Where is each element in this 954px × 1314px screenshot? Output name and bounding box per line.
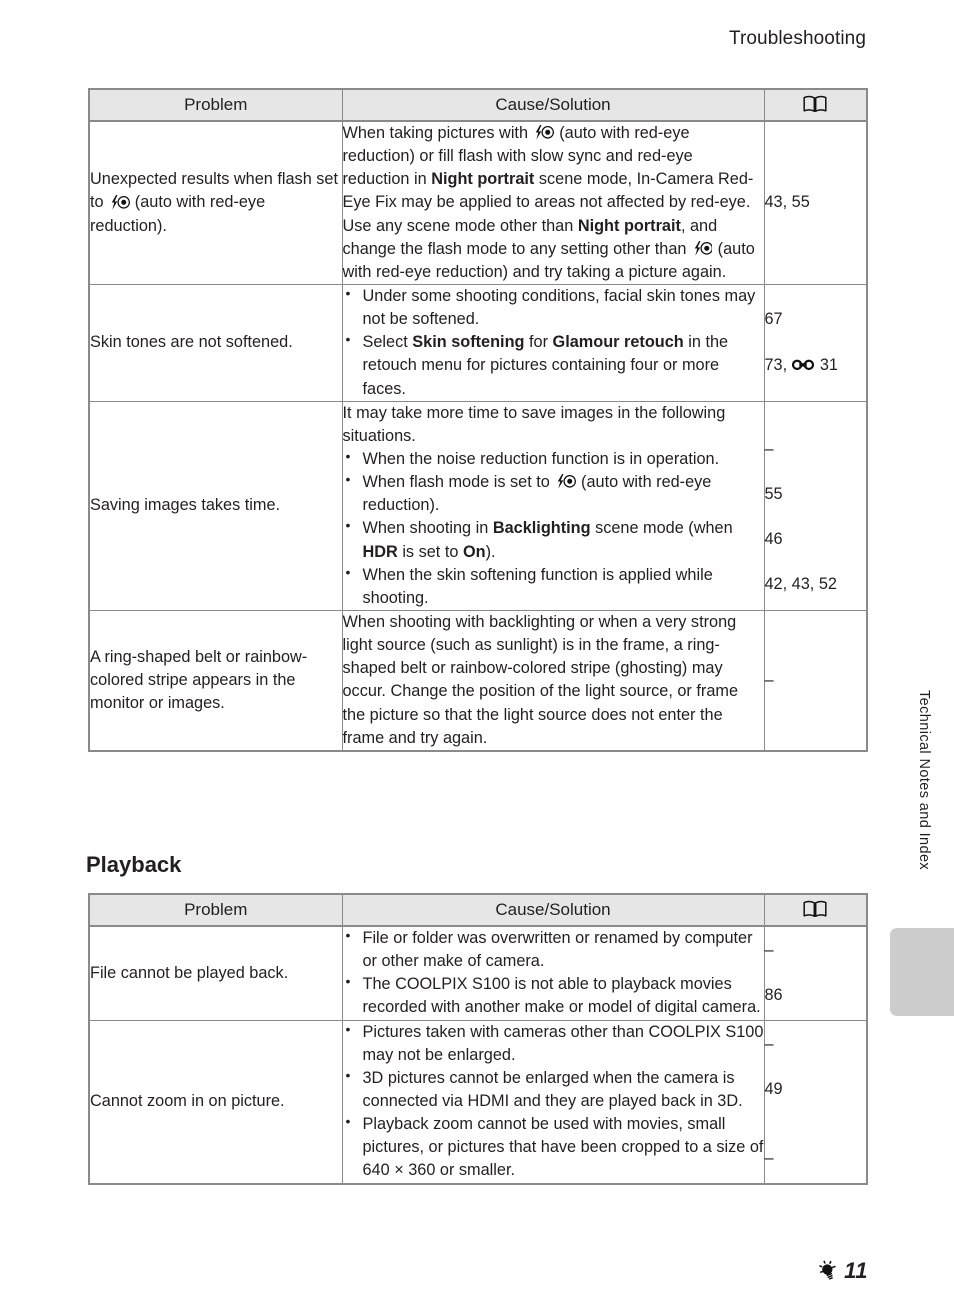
cause-text-part1: When taking pictures with [342,124,529,142]
cause-emphasis-night-portrait-1: Night portrait [431,170,535,189]
bullet-text-mid: scene mode (when [595,519,733,538]
column-header-problem: Problem [88,88,343,122]
table-header-row: Problem Cause/Solution [88,893,868,927]
cell-reference: – 55 46 42, 43, 52 [763,400,868,611]
reference-sub-page: 31 [819,356,838,375]
list-item: Playback zoom cannot be used with movies… [343,1112,764,1182]
cause-bullet-list: Pictures taken with cameras other than C… [343,1020,764,1183]
book-icon [803,900,827,918]
flash-red-eye-reduction-icon [555,473,577,490]
reference-page-with-icon: 73, 31 [765,354,867,377]
cell-cause-solution: When shooting with backlighting or when … [341,609,765,752]
list-item: Pictures taken with cameras other than C… [343,1020,764,1067]
section-heading-playback: Playback [86,852,182,877]
troubleshooting-table-shooting: Problem Cause/Solution Unexpected result… [88,88,868,752]
cell-problem: Skin tones are not softened. [88,283,343,402]
list-item: When shooting in Backlighting scene mode… [343,516,764,563]
cell-cause-solution: File or folder was overwritten or rename… [341,925,765,1021]
bullet-text-mid2: is set to [402,542,459,561]
cell-problem: Cannot zoom in on picture. [88,1019,343,1185]
document-page: Troubleshooting Technical Notes and Inde… [0,0,954,1314]
reference-page: 55 [764,484,783,503]
table-row: File cannot be played back. File or fold… [88,925,868,1021]
reference-page: 86 [764,986,783,1005]
reference-page: 67 [764,310,783,329]
list-item: File or folder was overwritten or rename… [343,926,764,973]
list-item: When the skin softening function is appl… [343,563,764,610]
bullet-emphasis-hdr: HDR [362,542,398,561]
cell-reference: – [763,609,868,752]
running-header: Troubleshooting [728,28,866,49]
bullet-text-post: ). [485,542,496,561]
reference-page: – [764,1034,774,1053]
cell-cause-solution: Pictures taken with cameras other than C… [341,1020,765,1185]
cause-bullet-list: When the noise reduction function is in … [343,447,764,610]
book-icon [803,95,827,113]
bullet-emphasis-backlighting: Backlighting [492,519,591,538]
reference-page-number: 73, [764,356,788,375]
list-item: Under some shooting conditions, facial s… [343,284,764,331]
list-item: When flash mode is set to (auto with red… [343,470,764,517]
cause-lead-text: It may take more time to save images in … [342,403,726,445]
column-header-reference [763,893,868,927]
reference-page: – [764,941,774,960]
reference-page: 49 [764,1079,783,1098]
bullet-text-mid: for [529,333,549,352]
binocular-reference-icon [792,355,815,371]
table-row: Skin tones are not softened. Under some … [88,283,868,402]
column-header-cause-solution: Cause/Solution [341,893,765,927]
table-row: Saving images takes time. It may take mo… [88,400,868,611]
troubleshooting-table-playback: Problem Cause/Solution File cannot be pl… [88,893,868,1185]
reference-page: – [764,670,774,689]
side-tab-label: Technical Notes and Index [916,690,932,871]
flash-red-eye-reduction-icon [692,240,713,257]
column-header-problem: Problem [88,893,343,927]
cell-cause-solution: When taking pictures with (auto with red… [341,120,765,285]
cell-problem: Saving images takes time. [88,400,343,611]
cell-reference: – 49 – [763,1019,868,1185]
bullet-text-pre: When shooting in [362,519,489,538]
bullet-emphasis-skin-softening: Skin softening [412,333,525,352]
list-item: When the noise reduction function is in … [343,447,764,471]
bulb-icon [817,1259,841,1283]
column-header-cause-solution: Cause/Solution [341,88,765,122]
reference-page: 42, 43, 52 [764,574,837,593]
cell-reference: – 86 [763,925,868,1021]
reference-page: 43, 55 [764,193,810,212]
cell-problem: A ring-shaped belt or rainbow-colored st… [88,609,343,752]
cell-reference: 43, 55 [763,120,868,285]
problem-text-line3: (auto with [134,193,206,212]
cell-problem: Unexpected results when flash set to (au… [88,120,343,285]
list-item: The COOLPIX S100 is not able to playback… [343,972,764,1019]
bullet-text-pre: When flash mode is set to [362,473,550,492]
cause-bullet-list: Under some shooting conditions, facial s… [343,284,764,401]
cause-bullet-list: File or folder was overwritten or rename… [343,926,764,1020]
page-footer: 11 [817,1258,868,1284]
page-number: 11 [844,1258,868,1283]
reference-page: – [764,1149,774,1168]
cell-reference: 67 73, 31 [763,283,868,402]
side-tab-marker [890,928,954,1016]
problem-text-line1: Unexpected results when [90,170,273,189]
bullet-emphasis-on: On [462,542,486,561]
cell-problem: File cannot be played back. [88,925,343,1021]
cell-cause-solution: It may take more time to save images in … [341,400,765,611]
bullet-emphasis-glamour-retouch: Glamour retouch [552,333,684,352]
cell-cause-solution: Under some shooting conditions, facial s… [341,284,765,402]
table-row: A ring-shaped belt or rainbow-colored st… [88,609,868,752]
bullet-text-pre: Select [362,333,408,352]
table-header-row: Problem Cause/Solution [88,88,868,122]
list-item: 3D pictures cannot be enlarged when the … [343,1066,764,1113]
reference-page: 46 [764,529,783,548]
table-row: Cannot zoom in on picture. Pictures take… [88,1019,868,1185]
flash-red-eye-reduction-icon [533,124,555,141]
flash-red-eye-reduction-icon [109,194,130,211]
column-header-reference [763,88,868,122]
table-row: Unexpected results when flash set to (au… [88,120,868,285]
cause-emphasis-night-portrait-2: Night portrait [577,216,681,235]
reference-page: – [764,439,774,458]
list-item: Select Skin softening for Glamour retouc… [343,330,764,400]
cause-paragraph: When taking pictures with (auto with red… [343,122,764,284]
